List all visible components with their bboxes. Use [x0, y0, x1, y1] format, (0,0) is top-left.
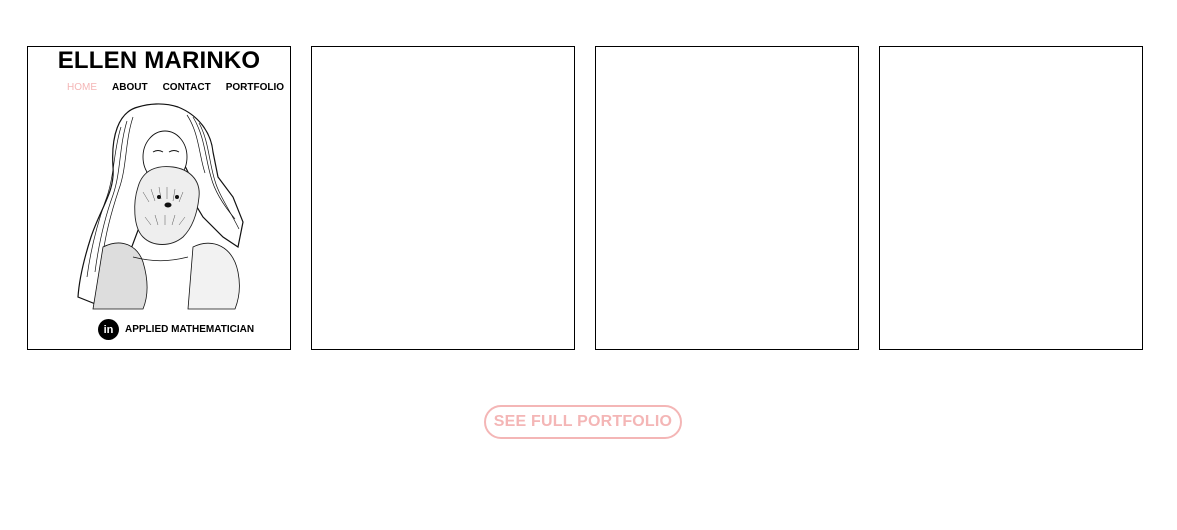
nav-contact[interactable]: CONTACT	[163, 82, 211, 93]
nav-portfolio[interactable]: PORTFOLIO	[226, 82, 284, 93]
profile-tagline: APPLIED MATHEMATICIAN	[125, 324, 255, 335]
site-title: ELLEN MARINKO	[57, 47, 261, 74]
linkedin-icon[interactable]: in	[98, 319, 119, 340]
nav-bar: HOME ABOUT CONTACT PORTFOLIO	[67, 82, 284, 93]
nav-about[interactable]: ABOUT	[112, 82, 148, 93]
portfolio-card-4[interactable]	[879, 46, 1143, 350]
portfolio-card-2[interactable]	[311, 46, 575, 350]
portfolio-card-3[interactable]	[595, 46, 859, 350]
see-full-portfolio-button[interactable]: SEE FULL PORTFOLIO	[484, 405, 682, 439]
nav-home[interactable]: HOME	[67, 82, 97, 93]
profile-footer: in APPLIED MATHEMATICIAN	[98, 319, 254, 340]
portfolio-card-1[interactable]: ELLEN MARINKO HOME ABOUT CONTACT PORTFOL…	[27, 46, 291, 350]
portrait-illustration	[77, 103, 244, 310]
